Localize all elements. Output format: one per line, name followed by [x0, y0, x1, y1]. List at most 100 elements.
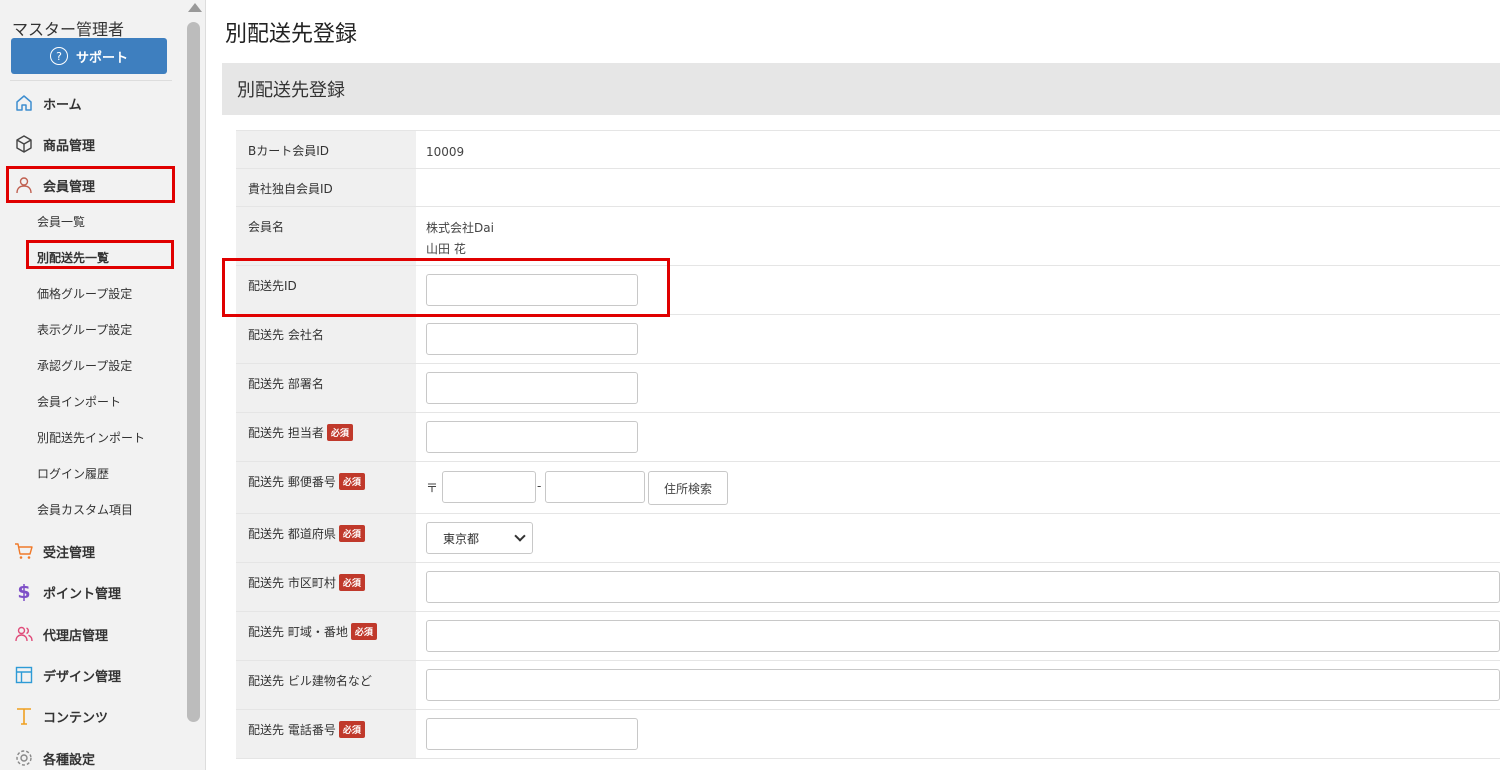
person-icon: [14, 175, 34, 195]
nav-members-label: 会員管理: [43, 179, 96, 195]
nav-products-label: 商品管理: [43, 138, 96, 154]
department-input[interactable]: [426, 372, 638, 404]
sub-custom-fields[interactable]: 会員カスタム項目: [37, 501, 133, 518]
nav-products[interactable]: 商品管理: [0, 127, 182, 161]
row-person: 配送先 担当者 必須: [236, 413, 1500, 462]
required-badge: 必須: [338, 525, 365, 542]
nav-home-label: ホーム: [43, 97, 82, 113]
panel-header: 別配送先登録: [222, 63, 1500, 115]
panel-title: 別配送先登録: [237, 80, 345, 101]
row-department: 配送先 部署名: [236, 364, 1500, 413]
bcart-id-value: 10009: [426, 145, 465, 159]
required-badge: 必須: [338, 473, 365, 490]
row-phone: 配送先 電話番号 必須: [236, 710, 1500, 759]
phone-input[interactable]: [426, 718, 638, 750]
gear-icon: [14, 748, 34, 768]
main-content: 別配送先登録 別配送先登録 Bカート会員ID 10009 貴社独自会員ID 会員…: [207, 0, 1500, 770]
dest-id-label: 配送先ID: [236, 266, 416, 314]
sub-display-group[interactable]: 表示グループ設定: [37, 321, 132, 338]
zip-label: 配送先 郵便番号 必須: [236, 462, 416, 513]
chevron-down-icon: [514, 530, 526, 542]
nav-contents[interactable]: コンテンツ: [0, 699, 182, 733]
company-input[interactable]: [426, 323, 638, 355]
zip-label-text: 配送先 郵便番号: [248, 475, 336, 489]
member-company: 株式会社Dai: [426, 221, 494, 235]
row-town: 配送先 町域・番地 必須: [236, 612, 1500, 661]
nav-points-label: ポイント管理: [43, 586, 122, 602]
layout-icon: [14, 665, 34, 685]
phone-label-text: 配送先 電話番号: [248, 723, 336, 737]
department-label: 配送先 部署名: [236, 364, 416, 412]
sub-shipping-list[interactable]: 別配送先一覧: [37, 249, 109, 266]
zip2-input[interactable]: [545, 471, 645, 503]
building-label: 配送先 ビル建物名など: [236, 661, 416, 709]
required-badge: 必須: [326, 424, 353, 441]
member-name-label: 会員名: [236, 207, 416, 265]
nav-orders[interactable]: 受注管理: [0, 534, 182, 568]
nav-home[interactable]: ホーム: [0, 86, 182, 120]
building-input[interactable]: [426, 669, 1500, 701]
person-label: 配送先 担当者 必須: [236, 413, 416, 461]
sub-login-history[interactable]: ログイン履歴: [37, 465, 109, 482]
user-name: マスター管理者: [12, 20, 125, 39]
nav-orders-label: 受注管理: [43, 545, 96, 561]
nav-design[interactable]: デザイン管理: [0, 658, 182, 692]
nav-settings-label: 各種設定: [43, 752, 96, 768]
zip-dash: -: [537, 479, 542, 493]
town-label-text: 配送先 町域・番地: [248, 625, 348, 639]
dest-id-input[interactable]: [426, 274, 638, 306]
bcart-id-label: Bカート会員ID: [236, 131, 416, 168]
own-id-label: 貴社独自会員ID: [236, 169, 416, 206]
prefecture-select[interactable]: 東京都: [426, 522, 533, 554]
town-label: 配送先 町域・番地 必須: [236, 612, 416, 660]
question-icon: ?: [49, 47, 68, 65]
row-prefecture: 配送先 都道府県 必須 東京都: [236, 514, 1500, 563]
phone-label: 配送先 電話番号 必須: [236, 710, 416, 758]
scroll-thumb[interactable]: [187, 22, 200, 722]
address-search-button[interactable]: 住所検索: [648, 471, 728, 505]
zip-mark: 〒: [426, 481, 439, 495]
required-badge: 必須: [338, 574, 365, 591]
cart-icon: [14, 541, 34, 561]
member-person: 山田 花: [426, 242, 466, 256]
dollar-icon: $: [17, 581, 31, 603]
nav-design-label: デザイン管理: [43, 669, 122, 685]
row-company: 配送先 会社名: [236, 315, 1500, 364]
row-building: 配送先 ビル建物名など: [236, 661, 1500, 710]
city-label-text: 配送先 市区町村: [248, 576, 336, 590]
company-label: 配送先 会社名: [236, 315, 416, 363]
row-dest-id: 配送先ID: [236, 266, 1500, 315]
required-badge: 必須: [350, 623, 377, 640]
person-input[interactable]: [426, 421, 638, 453]
sidebar-divider: [10, 80, 172, 81]
nav-agencies-label: 代理店管理: [43, 628, 109, 644]
nav-contents-label: コンテンツ: [43, 710, 109, 726]
support-button[interactable]: ? サポート: [11, 38, 167, 74]
text-icon: [14, 706, 34, 726]
sidebar-scrollbar[interactable]: [182, 0, 206, 770]
users-icon: [14, 624, 34, 644]
city-label: 配送先 市区町村 必須: [236, 563, 416, 611]
town-input[interactable]: [426, 620, 1500, 652]
page-title: 別配送先登録: [225, 22, 358, 47]
city-input[interactable]: [426, 571, 1500, 603]
pref-label: 配送先 都道府県 必須: [236, 514, 416, 562]
nav-agencies[interactable]: 代理店管理: [0, 617, 182, 651]
sub-shipping-import[interactable]: 別配送先インポート: [37, 429, 145, 446]
sub-member-import[interactable]: 会員インポート: [37, 393, 121, 410]
nav-points[interactable]: $ ポイント管理: [0, 575, 182, 609]
sub-member-list[interactable]: 会員一覧: [37, 213, 85, 230]
sub-approval-group[interactable]: 承認グループ設定: [37, 357, 132, 374]
box-icon: [14, 134, 34, 154]
row-member-name: 会員名 株式会社Dai 山田 花: [236, 207, 1500, 266]
pref-label-text: 配送先 都道府県: [248, 527, 336, 541]
sidebar: マスター管理者 ? サポート ホーム 商品管理 会員管理 会員一覧 別配送先一覧…: [0, 0, 182, 770]
scroll-up-arrow[interactable]: [188, 3, 202, 12]
row-bcart-id: Bカート会員ID 10009: [236, 131, 1500, 169]
sub-price-group[interactable]: 価格グループ設定: [37, 285, 132, 302]
prefecture-value: 東京都: [443, 531, 480, 546]
zip1-input[interactable]: [442, 471, 536, 503]
nav-members[interactable]: 会員管理: [0, 168, 182, 202]
home-icon: [14, 93, 34, 113]
support-label: サポート: [75, 50, 128, 66]
